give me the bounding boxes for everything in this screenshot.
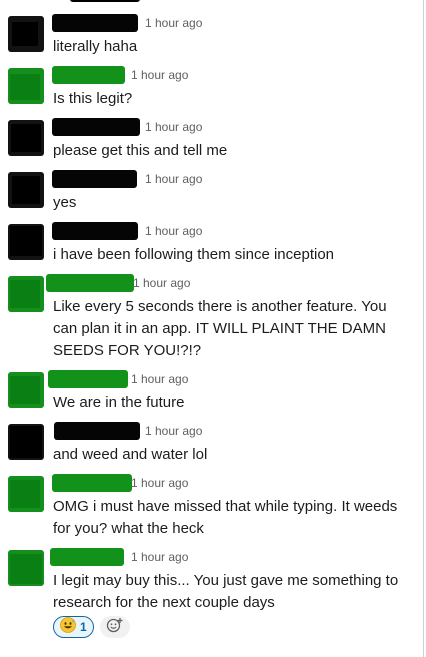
message-text: and weed and water lol <box>53 446 208 463</box>
avatar[interactable] <box>8 476 44 512</box>
timestamp[interactable]: 1 hour ago <box>131 550 188 564</box>
timestamp[interactable]: 1 hour ago <box>131 372 188 386</box>
sender-name-redacted <box>52 222 138 240</box>
avatar[interactable] <box>8 424 44 460</box>
message-text: Like every 5 seconds there is another fe… <box>53 298 387 359</box>
timestamp[interactable]: 1 hour ago <box>133 276 190 290</box>
sender-name-redacted <box>52 170 137 188</box>
avatar[interactable] <box>8 550 44 586</box>
avatar[interactable] <box>8 68 44 104</box>
reaction-bar: 1 <box>53 616 130 638</box>
message-text: please get this and tell me <box>53 142 228 159</box>
add-emoji-icon <box>106 617 124 638</box>
reaction-pill[interactable]: 1 <box>53 616 94 638</box>
add-reaction-button[interactable] <box>99 616 130 638</box>
sender-name-redacted <box>52 474 132 492</box>
message-text: i have been following them since incepti… <box>53 246 335 263</box>
sender-name-redacted <box>46 274 134 292</box>
sender-name-redacted <box>52 118 140 136</box>
message-text: OMG i must have missed that while typing… <box>53 498 398 537</box>
panel-border <box>423 0 424 657</box>
sender-name-redacted <box>54 422 140 440</box>
avatar[interactable] <box>8 120 44 156</box>
timestamp[interactable]: 1 hour ago <box>145 224 202 238</box>
grinning-sweat-emoji-icon <box>60 616 76 638</box>
sender-name-redacted <box>52 66 125 84</box>
message-text: literally haha <box>53 38 138 55</box>
avatar[interactable] <box>8 276 44 312</box>
timestamp[interactable]: 1 hour ago <box>131 476 188 490</box>
timestamp[interactable]: 1 hour ago <box>145 424 202 438</box>
redacted-header-fragment <box>70 0 140 2</box>
message-text: We are in the future <box>53 394 185 411</box>
avatar[interactable] <box>8 172 44 208</box>
sender-name-redacted <box>50 548 124 566</box>
message-text: Is this legit? <box>53 90 133 107</box>
reaction-count: 1 <box>80 620 87 634</box>
avatar[interactable] <box>8 372 44 408</box>
sender-name-redacted <box>48 370 128 388</box>
timestamp[interactable]: 1 hour ago <box>145 16 202 30</box>
message-text: yes <box>53 194 77 211</box>
timestamp[interactable]: 1 hour ago <box>145 172 202 186</box>
sender-name-redacted <box>52 14 138 32</box>
timestamp[interactable]: 1 hour ago <box>131 68 188 82</box>
message-text: I legit may buy this... You just gave me… <box>53 572 399 611</box>
avatar[interactable] <box>8 16 44 52</box>
avatar[interactable] <box>8 224 44 260</box>
timestamp[interactable]: 1 hour ago <box>145 120 202 134</box>
